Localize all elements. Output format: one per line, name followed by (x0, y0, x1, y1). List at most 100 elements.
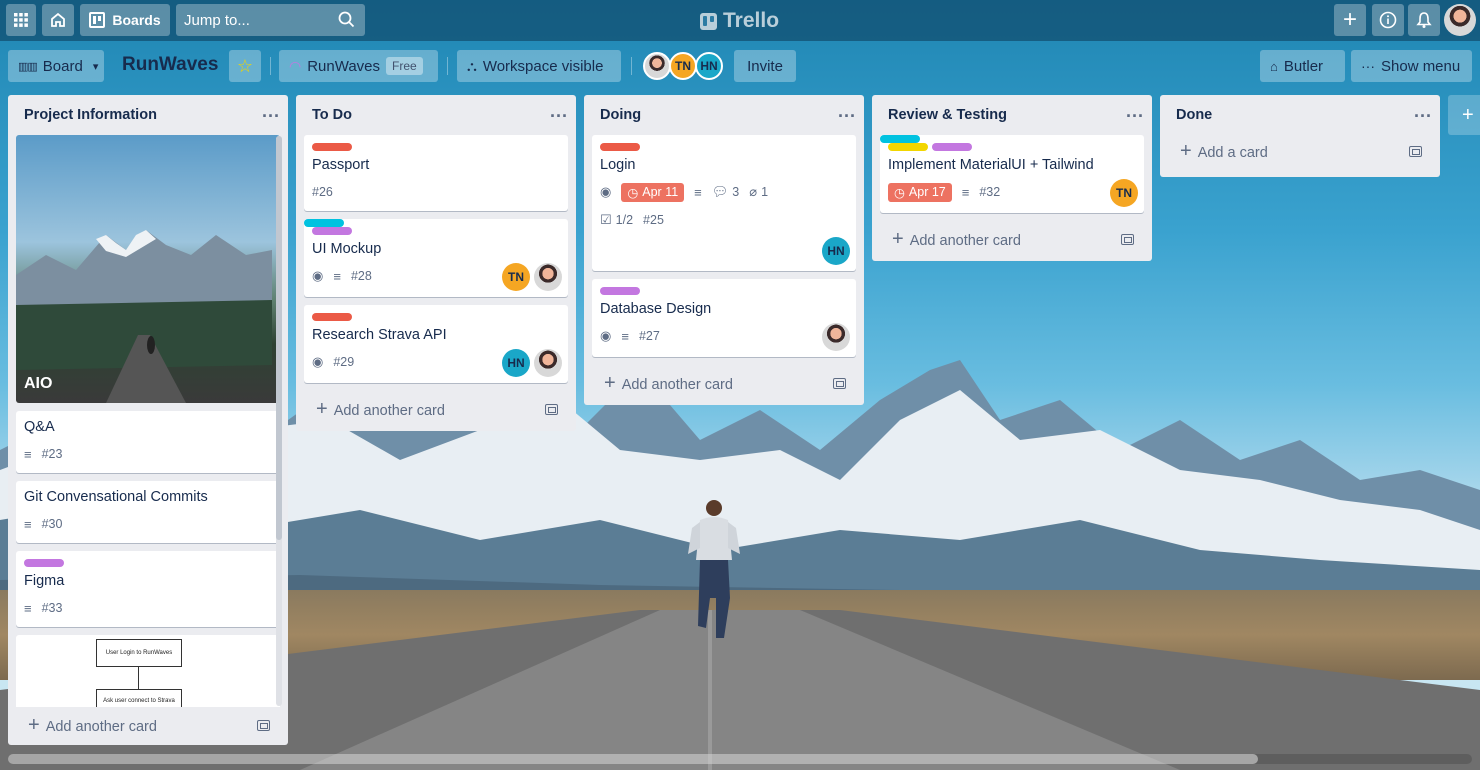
list-menu-icon[interactable]: ... (262, 102, 280, 124)
add-card-button[interactable]: + Add another card (880, 221, 1144, 257)
board-view-icon: ▥▥ (18, 60, 38, 73)
workspace-button[interactable]: ◠ RunWaves Free (279, 50, 438, 82)
card-ui-mockup[interactable]: UI Mockup ◉ ≡ #28 TN (304, 219, 568, 297)
description-icon: ≡ (333, 268, 341, 284)
search-input[interactable] (184, 11, 334, 29)
add-card-button[interactable]: + Add another card (16, 707, 280, 743)
member-avatar-photo[interactable] (534, 263, 562, 291)
card-passport[interactable]: Passport #26 (304, 135, 568, 211)
list-title[interactable]: To Do (312, 107, 352, 123)
board-view-dropdown[interactable]: ▥▥ Board ▾ (8, 50, 104, 82)
due-date-badge[interactable]: ◷ Apr 11 (621, 182, 685, 202)
list-menu-icon[interactable]: ... (1414, 102, 1432, 124)
info-icon[interactable] (1372, 4, 1404, 36)
member-avatar-photo[interactable] (822, 323, 850, 351)
top-navbar: Boards Trello + (0, 0, 1480, 41)
plus-icon: + (892, 227, 904, 250)
card-title: Research Strava API (312, 327, 447, 343)
card-number: #27 (638, 329, 660, 343)
cover-image (16, 230, 272, 403)
notifications-bell-icon[interactable] (1408, 4, 1440, 36)
list-scrollbar-thumb[interactable] (276, 136, 282, 540)
label-purple (24, 559, 64, 567)
list-title[interactable]: Review & Testing (888, 107, 1007, 123)
list-title[interactable]: Project Information (24, 107, 157, 123)
butler-icon: ⌂ (1270, 58, 1278, 74)
plus-icon: + (28, 713, 40, 736)
label-red (600, 143, 640, 151)
card-members: TN (1110, 179, 1138, 207)
card-template-icon[interactable] (257, 719, 270, 731)
member-avatar-hn[interactable]: HN (502, 349, 530, 377)
cover-card[interactable]: AIO (16, 135, 280, 403)
add-card-button[interactable]: + Add a card (1168, 133, 1432, 169)
list-title[interactable]: Doing (600, 107, 641, 123)
trello-logo[interactable]: Trello (700, 9, 779, 33)
card-database-design[interactable]: Database Design ◉ ≡ #27 (592, 279, 856, 357)
card-title: Q&A (24, 419, 55, 435)
card-template-icon[interactable] (1409, 145, 1422, 157)
description-icon: ≡ (961, 184, 970, 200)
star-icon[interactable]: ☆ (229, 50, 261, 82)
user-avatar[interactable] (1444, 4, 1476, 36)
card-title: UI Mockup (312, 241, 382, 257)
card-template-icon[interactable] (1121, 233, 1134, 245)
more-dots-icon: ··· (1361, 58, 1375, 74)
board-title[interactable]: RunWaves (122, 54, 218, 76)
list-menu-icon[interactable]: ... (550, 102, 568, 124)
add-list-button[interactable]: + (1448, 95, 1480, 135)
card-number: #26 (312, 185, 333, 199)
invite-button[interactable]: Invite (734, 50, 796, 82)
card-figma[interactable]: Figma ≡ #33 (16, 551, 280, 627)
member-avatar-photo[interactable] (534, 349, 562, 377)
visibility-label: Workspace visible (482, 57, 604, 75)
card-number: #28 (350, 269, 372, 283)
show-menu-button[interactable]: ··· Show menu (1351, 50, 1472, 82)
card-research-strava-api[interactable]: Research Strava API ◉ #29 HN (304, 305, 568, 383)
show-menu-label: Show menu (1381, 57, 1461, 75)
member-avatar-hn[interactable]: HN (822, 237, 850, 265)
card-template-icon[interactable] (545, 403, 558, 415)
card-login[interactable]: Login ◉ ◷ Apr 11 ≡ 💬︎ 3 ⌀ 1 ☑ 1/2 #25 HN (592, 135, 856, 271)
workspace-icon: ◠ (289, 57, 302, 74)
visibility-button[interactable]: ⛬ Workspace visible (457, 50, 621, 82)
description-icon: ≡ (694, 184, 702, 200)
label-purple (312, 227, 352, 235)
member-avatar-photo[interactable] (643, 52, 671, 80)
apps-grid-icon[interactable] (6, 4, 36, 36)
card-title: Database Design (600, 301, 712, 317)
member-avatar-tn[interactable]: TN (502, 263, 530, 291)
card-number: #33 (41, 601, 63, 615)
card-git-commits[interactable]: Git Convensational Commits ≡ #30 (16, 481, 280, 543)
card-implement-materialui[interactable]: Implement MaterialUI + Tailwind ◷ Apr 17 … (880, 135, 1144, 213)
boards-button[interactable]: Boards (80, 4, 170, 36)
member-avatar-tn[interactable]: TN (669, 52, 697, 80)
board-header: ▥▥ Board ▾ RunWaves ☆ ◠ RunWaves Free ⛬ … (0, 41, 1480, 91)
list-title[interactable]: Done (1176, 107, 1212, 123)
add-card-button[interactable]: + Add another card (592, 365, 856, 401)
card-number: #32 (979, 185, 1001, 199)
card-template-icon[interactable] (833, 377, 846, 389)
search-box[interactable] (176, 4, 365, 36)
card-labels (304, 219, 560, 235)
diagram-box-login: User Login to RunWaves (96, 639, 182, 667)
board-scrollbar-thumb[interactable] (8, 754, 1258, 764)
add-card-button[interactable]: + Add another card (304, 391, 568, 427)
home-icon[interactable] (42, 4, 74, 36)
list-header: Doing ... (584, 95, 864, 135)
list-menu-icon[interactable]: ... (838, 102, 856, 124)
due-date-text: Apr 17 (908, 185, 946, 199)
due-date-badge[interactable]: ◷ Apr 17 (888, 182, 952, 202)
list-menu-icon[interactable]: ... (1126, 102, 1144, 124)
butler-button[interactable]: ⌂ Butler (1260, 50, 1345, 82)
watch-eye-icon: ◉ (600, 184, 612, 199)
card-diagram-preview[interactable]: User Login to RunWaves Ask user connect … (16, 635, 280, 707)
list-review-testing: Review & Testing ... Implement MaterialU… (872, 95, 1152, 261)
card-qa[interactable]: Q&A ≡ #23 (16, 411, 280, 473)
create-plus-icon[interactable]: + (1334, 4, 1366, 36)
member-avatar-tn[interactable]: TN (1110, 179, 1138, 207)
list-done: Done ... + Add a card (1160, 95, 1440, 177)
plus-icon: + (604, 371, 616, 394)
card-labels (600, 287, 848, 295)
member-avatar-hn[interactable]: HN (695, 52, 723, 80)
